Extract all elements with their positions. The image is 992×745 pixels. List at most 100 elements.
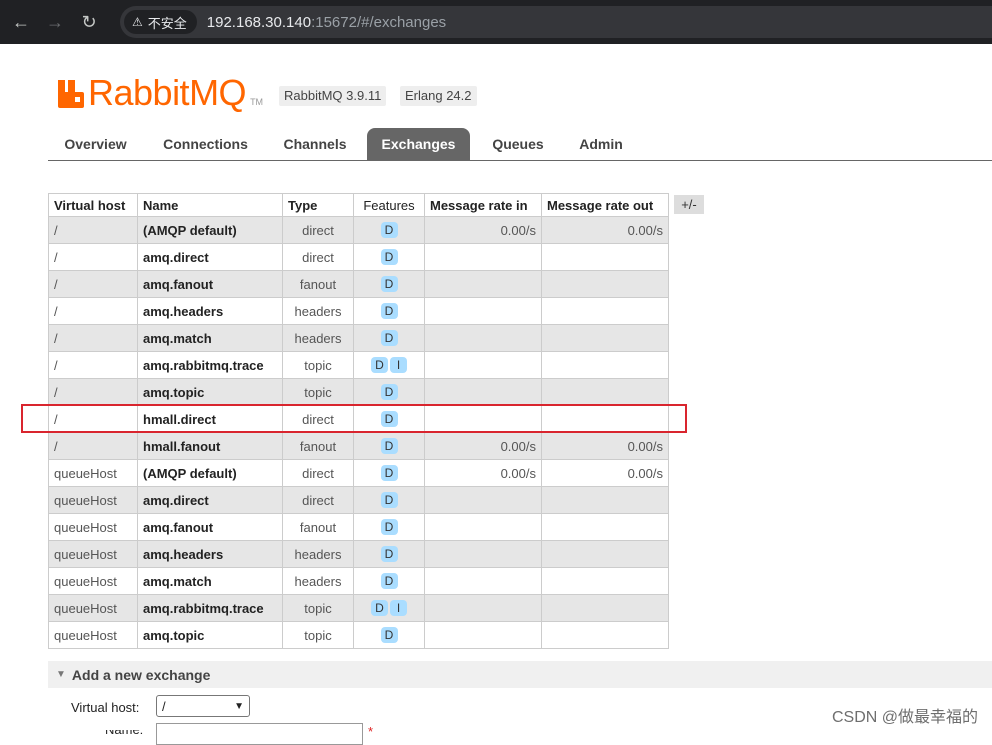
tab-exchanges[interactable]: Exchanges — [367, 128, 470, 160]
cell-rate-out — [541, 567, 669, 595]
add-exchange-title: Add a new exchange — [71, 666, 211, 683]
cell-rate-in — [424, 405, 542, 433]
exchanges-table: Virtual host Name Type Features Message … — [48, 193, 669, 649]
durable-badge: D — [371, 357, 388, 373]
cell-type: direct — [282, 405, 354, 433]
durable-badge: D — [380, 627, 398, 643]
cell-type: fanout — [282, 513, 354, 541]
cell-exchange-name[interactable]: amq.topic — [137, 621, 283, 649]
cell-virtual-host: / — [48, 243, 138, 271]
url-host: 192.168.30.140 — [206, 13, 312, 31]
internal-badge: I — [390, 357, 407, 373]
cell-rate-out — [541, 486, 669, 514]
durable-badge: D — [380, 330, 398, 346]
forward-icon[interactable]: → — [42, 9, 68, 35]
cell-exchange-name[interactable]: amq.direct — [137, 486, 283, 514]
cell-rate-out — [541, 324, 669, 352]
cell-rate-in — [424, 486, 542, 514]
add-exchange-section-header[interactable]: ▼ Add a new exchange — [48, 661, 992, 688]
column-header-rate-out[interactable]: Message rate out — [541, 193, 669, 217]
rabbitmq-logo[interactable]: RabbitMQ TM — [58, 71, 263, 111]
reload-icon[interactable]: ↻ — [76, 9, 102, 35]
cell-exchange-name[interactable]: hmall.direct — [137, 405, 283, 433]
durable-badge: D — [380, 249, 398, 265]
page: RabbitMQ TM RabbitMQ 3.9.11 Erlang 24.2 … — [0, 44, 992, 745]
security-chip[interactable]: ⚠ 不安全 — [124, 10, 197, 34]
durable-badge: D — [380, 276, 398, 292]
cell-rate-out — [541, 243, 669, 271]
tab-channels[interactable]: Channels — [274, 128, 356, 160]
cell-rate-in — [424, 351, 542, 379]
column-header-virtual-host[interactable]: Virtual host — [48, 193, 138, 217]
cell-exchange-name[interactable]: amq.fanout — [137, 513, 283, 541]
cell-exchange-name[interactable]: amq.headers — [137, 297, 283, 325]
cell-exchange-name[interactable]: amq.rabbitmq.trace — [137, 594, 283, 622]
cell-rate-out: 0.00/s — [541, 216, 669, 244]
required-marker: * — [368, 724, 374, 739]
cell-exchange-name[interactable]: hmall.fanout — [137, 432, 283, 460]
cell-features: D — [353, 513, 425, 541]
cell-features: D — [353, 324, 425, 352]
warning-icon: ⚠ — [132, 15, 143, 29]
durable-badge: D — [380, 438, 398, 454]
table-row: / amq.topic topic D — [48, 378, 669, 406]
cell-exchange-name[interactable]: amq.match — [137, 567, 283, 595]
cell-exchange-name[interactable]: amq.topic — [137, 378, 283, 406]
tab-queues[interactable]: Queues — [482, 128, 554, 160]
cell-virtual-host: / — [48, 270, 138, 298]
cell-exchange-name[interactable]: (AMQP default) — [137, 216, 283, 244]
cell-type: headers — [282, 567, 354, 595]
cell-exchange-name[interactable]: amq.direct — [137, 243, 283, 271]
table-row: queueHost amq.direct direct D — [48, 486, 669, 514]
cell-exchange-name[interactable]: amq.rabbitmq.trace — [137, 351, 283, 379]
back-icon[interactable]: ← — [8, 9, 34, 35]
cell-type: direct — [282, 459, 354, 487]
durable-badge: D — [380, 303, 398, 319]
column-header-rate-in[interactable]: Message rate in — [424, 193, 542, 217]
table-row: / amq.rabbitmq.trace topic D I — [48, 351, 669, 379]
rabbitmq-version-badge: RabbitMQ 3.9.11 — [279, 86, 387, 106]
virtual-host-select[interactable]: / ▼ — [156, 695, 250, 717]
internal-badge: I — [390, 600, 407, 616]
durable-badge: D — [380, 519, 398, 535]
durable-badge: D — [380, 573, 398, 589]
cell-virtual-host: queueHost — [48, 540, 138, 568]
logo-trademark: TM — [250, 97, 264, 107]
cell-rate-in: 0.00/s — [424, 432, 542, 460]
column-header-type[interactable]: Type — [282, 193, 354, 217]
cell-exchange-name[interactable]: (AMQP default) — [137, 459, 283, 487]
cell-exchange-name[interactable]: amq.match — [137, 324, 283, 352]
exchange-name-input[interactable] — [156, 723, 363, 745]
column-header-name[interactable]: Name — [137, 193, 283, 217]
cell-features: D — [353, 378, 425, 406]
cell-rate-in: 0.00/s — [424, 459, 542, 487]
cell-features: D — [353, 405, 425, 433]
cell-rate-out — [541, 405, 669, 433]
cell-exchange-name[interactable]: amq.fanout — [137, 270, 283, 298]
cell-features: D — [353, 459, 425, 487]
cell-rate-in — [424, 513, 542, 541]
durable-badge: D — [380, 492, 398, 508]
cell-rate-in — [424, 567, 542, 595]
rabbit-logo-icon — [58, 80, 84, 108]
logo-text: RabbitMQ — [88, 72, 247, 113]
cell-features: DI — [353, 351, 425, 379]
column-toggle-button[interactable]: +/- — [674, 195, 704, 214]
cell-rate-out — [541, 378, 669, 406]
cell-type: fanout — [282, 432, 354, 460]
cell-rate-out — [541, 351, 669, 379]
address-bar[interactable]: ⚠ 不安全 192.168.30.140:15672/#/exchanges — [120, 6, 992, 38]
tab-admin[interactable]: Admin — [569, 128, 633, 160]
cell-virtual-host: / — [48, 432, 138, 460]
cell-virtual-host: / — [48, 297, 138, 325]
tab-overview[interactable]: Overview — [48, 128, 143, 160]
tab-connections[interactable]: Connections — [152, 128, 259, 160]
cell-rate-in — [424, 270, 542, 298]
cell-exchange-name[interactable]: amq.headers — [137, 540, 283, 568]
table-row: queueHost (AMQP default) direct D 0.00/s 0.00… — [48, 459, 669, 487]
url-text[interactable]: 192.168.30.140:15672/#/exchanges — [207, 14, 446, 31]
cell-rate-out: 0.00/s — [541, 432, 669, 460]
cell-type: headers — [282, 297, 354, 325]
cell-features: D — [353, 297, 425, 325]
table-row: / hmall.direct direct D — [48, 405, 669, 433]
